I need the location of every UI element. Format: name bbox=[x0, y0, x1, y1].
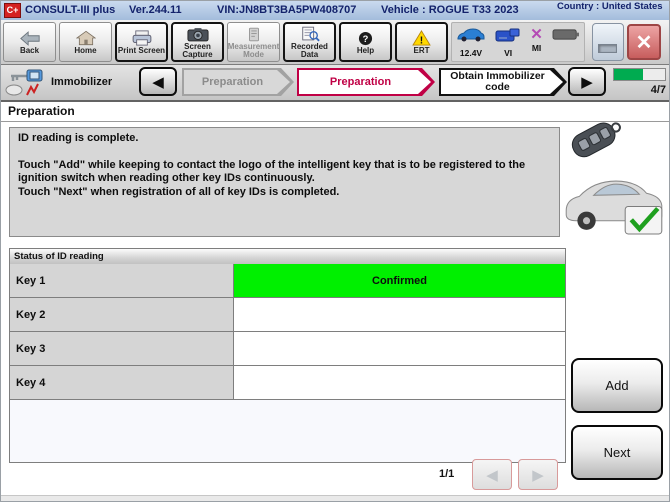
toolbar-button-label: Home bbox=[74, 45, 97, 55]
table-filler-row bbox=[10, 400, 565, 462]
key-4-label: Key 4 bbox=[10, 366, 234, 399]
toolbar-button-label: Recorded Data bbox=[291, 41, 328, 59]
battery-icon bbox=[552, 28, 580, 46]
next-button[interactable]: Next bbox=[571, 425, 663, 480]
page-title: Preparation bbox=[8, 104, 75, 118]
vi-label: VI bbox=[504, 48, 513, 58]
step-preparation-current[interactable]: Preparation bbox=[297, 68, 435, 96]
toolbar: Back Home Print Screen Screen Capture Me… bbox=[1, 20, 669, 65]
key-1-label: Key 1 bbox=[10, 264, 234, 297]
minimize-button[interactable] bbox=[592, 23, 624, 61]
back-arrow-icon bbox=[19, 29, 41, 46]
minimize-icon bbox=[598, 44, 617, 53]
toolbar-button-label: Measurement Mode bbox=[227, 41, 280, 59]
svg-text:!: ! bbox=[420, 35, 423, 45]
car-icon bbox=[456, 28, 486, 47]
step-label: Obtain Immobilizer code bbox=[450, 70, 545, 93]
app-version: Ver.244.11 bbox=[129, 4, 182, 16]
close-button[interactable]: ✕ bbox=[627, 24, 661, 60]
country-label: Country : United States bbox=[557, 1, 663, 12]
vehicle-label: Vehicle : ROGUE T33 2023 bbox=[381, 4, 519, 16]
recorded-data-button[interactable]: Recorded Data bbox=[283, 22, 336, 62]
print-screen-button[interactable]: Print Screen bbox=[115, 22, 168, 62]
key-fob-icon bbox=[571, 122, 621, 158]
page-indicator: 1/1 bbox=[439, 468, 455, 480]
screen-capture-button[interactable]: Screen Capture bbox=[171, 22, 224, 62]
battery-indicator bbox=[552, 28, 580, 46]
recorded-data-icon bbox=[300, 25, 320, 42]
immobilizer-icon bbox=[5, 68, 45, 103]
measurement-mode-button[interactable]: Measurement Mode bbox=[227, 22, 280, 62]
key-3-status bbox=[234, 332, 565, 365]
home-icon bbox=[75, 29, 96, 46]
vehicle-voltage-indicator: 12.4V bbox=[456, 28, 486, 58]
next-step-button[interactable]: ▶ bbox=[568, 67, 606, 96]
voltage-label: 12.4V bbox=[459, 48, 483, 58]
module-label: Immobilizer bbox=[51, 76, 113, 88]
footer-strip bbox=[1, 495, 669, 501]
step-label: Preparation bbox=[201, 75, 264, 88]
instruction-spacer bbox=[18, 146, 551, 159]
connection-status-panel: 12.4V VI ✕ MI bbox=[451, 22, 585, 62]
next-page-icon: ▶ bbox=[532, 466, 544, 484]
close-icon: ✕ bbox=[635, 31, 653, 54]
table-row: Key 2 bbox=[10, 298, 565, 332]
wizard-progress-fill bbox=[614, 69, 644, 80]
toolbar-button-label: Print Screen bbox=[117, 45, 166, 55]
ert-warning-icon: ! bbox=[412, 29, 431, 46]
confirmed-check-icon bbox=[624, 205, 663, 235]
home-button[interactable]: Home bbox=[59, 22, 112, 62]
mi-indicator: ✕ MI bbox=[530, 26, 543, 53]
page-next-button[interactable]: ▶ bbox=[518, 459, 558, 490]
camera-icon bbox=[186, 25, 209, 42]
vi-device-icon bbox=[495, 28, 521, 47]
svg-text:?: ? bbox=[363, 34, 369, 44]
help-icon: ? bbox=[358, 29, 373, 46]
help-button[interactable]: ? Help bbox=[339, 22, 392, 62]
ert-button[interactable]: ! ERT bbox=[395, 22, 448, 62]
key-2-label: Key 2 bbox=[10, 298, 234, 331]
instruction-line: ID reading is complete. bbox=[18, 132, 139, 144]
mi-cross-icon: ✕ bbox=[530, 26, 543, 43]
app-title: CONSULT-III plus bbox=[25, 4, 116, 16]
step-obtain-immobilizer-code[interactable]: Obtain Immobilizer code bbox=[439, 68, 567, 96]
table-row: Key 3 bbox=[10, 332, 565, 366]
consult-window: C+ CONSULT-III plus Ver.244.11 VIN:JN8BT… bbox=[0, 0, 670, 502]
toolbar-button-label: Help bbox=[356, 45, 375, 55]
measurement-mode-icon bbox=[245, 25, 263, 42]
toolbar-button-label: ERT bbox=[413, 45, 430, 55]
wizard-progress-label: 4/7 bbox=[650, 84, 666, 96]
step-preparation-completed[interactable]: Preparation bbox=[182, 68, 294, 96]
vi-indicator: VI bbox=[495, 28, 521, 58]
app-logo-icon: C+ bbox=[4, 3, 21, 18]
table-row: Key 1 Confirmed bbox=[10, 264, 565, 298]
key-2-status bbox=[234, 298, 565, 331]
key-3-label: Key 3 bbox=[10, 332, 234, 365]
status-table-header: Status of ID reading bbox=[9, 248, 566, 265]
vin-label: VIN:JN8BT3BA5PW408707 bbox=[217, 4, 357, 16]
instruction-line: Touch "Next" when registration of all of… bbox=[18, 185, 340, 198]
key-4-status bbox=[234, 366, 565, 399]
toolbar-button-label: Screen Capture bbox=[182, 41, 213, 59]
table-row: Key 4 bbox=[10, 366, 565, 400]
previous-step-button[interactable]: ◀ bbox=[139, 67, 177, 96]
printer-icon bbox=[131, 29, 153, 46]
titlebar: C+ CONSULT-III plus Ver.244.11 VIN:JN8BT… bbox=[1, 1, 669, 21]
page-previous-button[interactable]: ◀ bbox=[472, 459, 512, 490]
wizard-nav: Immobilizer ◀ Preparation Preparation Ob… bbox=[1, 65, 669, 102]
back-button[interactable]: Back bbox=[3, 22, 56, 62]
add-button[interactable]: Add bbox=[571, 358, 663, 413]
key-registration-illustration bbox=[561, 117, 667, 237]
instruction-box: ID reading is complete. Touch "Add" whil… bbox=[9, 127, 560, 237]
instruction-line: Touch "Add" while keeping to contact the… bbox=[18, 158, 526, 185]
status-table: Key 1 Confirmed Key 2 Key 3 Key 4 bbox=[9, 264, 566, 463]
wizard-progress-bar bbox=[613, 68, 666, 81]
key-1-status: Confirmed bbox=[234, 264, 565, 297]
mi-label: MI bbox=[531, 43, 542, 53]
previous-page-icon: ◀ bbox=[486, 466, 498, 484]
toolbar-button-label: Back bbox=[19, 45, 40, 55]
step-label: Preparation bbox=[329, 75, 392, 88]
